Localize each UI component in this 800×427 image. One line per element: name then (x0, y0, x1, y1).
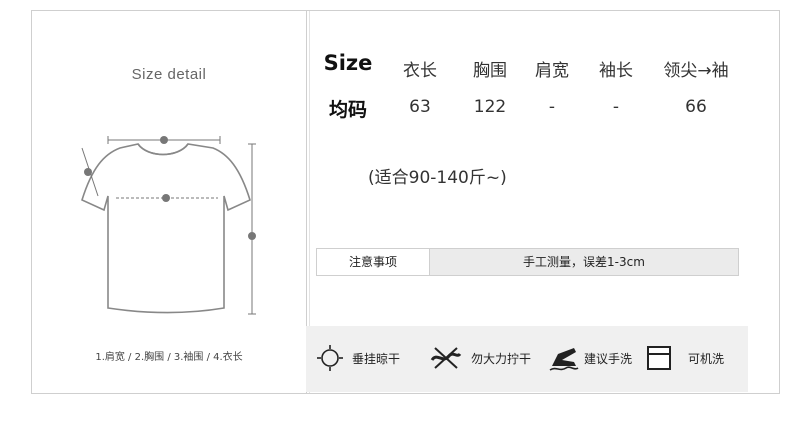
marker-4 (248, 232, 256, 240)
table-cell: 122 (473, 97, 507, 117)
care-item-hand-wash: 建议手洗 (548, 344, 632, 372)
size-detail-title: Size detail (131, 66, 207, 83)
care-label: 可机洗 (688, 351, 725, 366)
no-wring-icon (430, 347, 462, 369)
notice-value: 手工测量，误差1-3cm (430, 249, 738, 275)
size-table-header: Size 衣长 胸围 肩宽 袖长 领尖→袖 (306, 51, 746, 81)
fit-note: (适合90-140斤~) (368, 168, 507, 188)
care-label: 垂挂晾干 (352, 351, 401, 366)
table-cell: 63 (409, 97, 431, 117)
hand-wash-icon (549, 348, 579, 371)
notice-bar: 注意事项 手工测量，误差1-3cm (316, 248, 739, 276)
tshirt-diagram (81, 136, 256, 315)
care-item-no-wring: 勿大力拧干 (429, 344, 531, 372)
care-label: 勿大力拧干 (471, 351, 532, 366)
tshirt-outline (81, 143, 251, 314)
table-cell: - (612, 97, 620, 117)
row-label: 均码 (328, 99, 367, 121)
column-header: 领尖→袖 (663, 61, 729, 81)
column-header: 胸围 (473, 61, 507, 81)
care-instructions-bar: 垂挂晾干 勿大力拧干 建议手洗 可机洗 (306, 326, 748, 392)
machine-wash-icon (647, 346, 671, 370)
table-cell: - (548, 97, 556, 117)
marker-1 (160, 136, 168, 144)
size-detail-panel: Size detail 1.肩宽 / 2.胸围 / 3.袖围 / 4.衣长 (32, 11, 307, 393)
table-cell: 66 (685, 97, 707, 117)
measurement-legend: 1.肩宽 / 2.胸围 / 3.袖围 / 4.衣长 (95, 352, 243, 363)
care-item-hang-dry: 垂挂晾干 (316, 344, 400, 372)
size-table-row: 均码 63 122 - - 66 (306, 95, 746, 125)
column-header: 肩宽 (535, 61, 569, 81)
column-header: 衣长 (403, 61, 437, 81)
column-header: 袖长 (599, 61, 633, 81)
marker-2 (162, 194, 170, 202)
size-header-label: Size (323, 51, 373, 75)
hang-dry-icon (317, 345, 343, 371)
notice-label: 注意事项 (317, 249, 430, 275)
care-label: 建议手洗 (584, 351, 633, 366)
marker-3 (84, 168, 92, 176)
care-item-machine-wash: 可机洗 (646, 344, 724, 372)
